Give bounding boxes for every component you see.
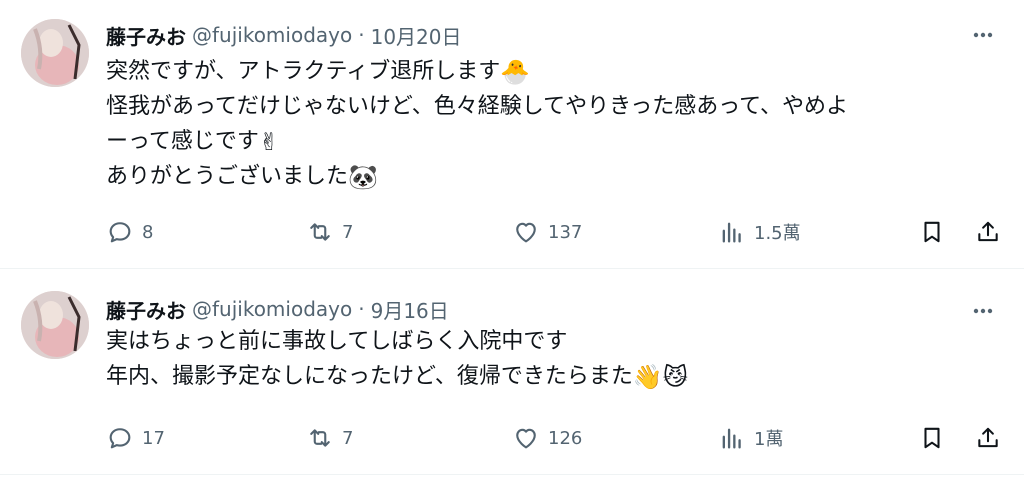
bookmark-button[interactable] xyxy=(918,424,946,452)
retweet-count: 7 xyxy=(342,221,354,243)
tweet-header: 藤子みお @fujikomiodayo · 10月20日 xyxy=(106,20,462,50)
retweet-count: 7 xyxy=(342,427,354,449)
chick-emoji: 🐣 xyxy=(500,58,531,86)
text-line: 怪我があってだけじゃないけど、色々経験してやりきった感あって、やめよ xyxy=(106,94,849,119)
reply-count: 8 xyxy=(142,221,154,243)
reply-button[interactable]: 8 xyxy=(106,218,306,246)
author-handle[interactable]: @fujikomiodayo xyxy=(192,297,352,321)
like-button[interactable]: 126 xyxy=(512,424,718,452)
tweet-text: 実はちょっと前に事故してしばらく入院中です 年内、撮影予定なしになったけど、復帰… xyxy=(106,324,991,394)
tweet-divider xyxy=(0,268,1024,269)
like-count: 137 xyxy=(548,221,583,243)
retweet-icon xyxy=(310,429,330,447)
share-button[interactable] xyxy=(974,218,1002,246)
secondary-actions xyxy=(918,424,1002,452)
panda-emoji: 🐼 xyxy=(348,163,378,191)
text-line: ーって感じです✌ xyxy=(106,128,280,156)
heart-icon xyxy=(516,222,536,243)
reply-button[interactable]: 17 xyxy=(106,424,306,452)
views-chart-icon xyxy=(722,428,741,449)
tweet-text: 突然ですが、アトラクティブ退所します🐣 怪我があってだけじゃないけど、色々経験し… xyxy=(106,54,991,194)
reply-icon xyxy=(109,222,131,243)
victory-hand-emoji: ✌ xyxy=(258,128,280,156)
retweet-button[interactable]: 7 xyxy=(306,424,512,452)
tweet-divider xyxy=(0,474,1024,475)
more-button[interactable] xyxy=(968,20,998,50)
reply-icon xyxy=(109,428,131,449)
text-line: ありがとうございました🐼 xyxy=(106,163,378,191)
author-name[interactable]: 藤子みお xyxy=(106,21,186,50)
view-count: 1.5萬 xyxy=(754,223,801,244)
view-count: 1萬 xyxy=(754,429,784,450)
tweet[interactable]: 藤子みお @fujikomiodayo · 10月20日 突然ですが、アトラクテ… xyxy=(0,0,1024,268)
bookmark-icon xyxy=(924,221,940,243)
like-count: 126 xyxy=(548,427,583,449)
share-icon xyxy=(978,221,998,242)
separator: · xyxy=(358,297,365,321)
text-line: 突然ですが、アトラクティブ退所します🐣 xyxy=(106,58,531,86)
more-horizontal-icon xyxy=(973,32,993,38)
like-button[interactable]: 137 xyxy=(512,218,718,246)
views-button[interactable]: 1.5萬 xyxy=(718,218,918,246)
text-line: 実はちょっと前に事故してしばらく入院中です xyxy=(106,329,568,354)
reply-count: 17 xyxy=(142,427,165,449)
tweet-date[interactable]: 9月16日 xyxy=(371,295,449,324)
tweet-header: 藤子みお @fujikomiodayo · 9月16日 xyxy=(106,294,449,324)
more-button[interactable] xyxy=(968,296,998,326)
tweet-actions: 8 7 137 1.5萬 xyxy=(106,216,1002,248)
tweet-date[interactable]: 10月20日 xyxy=(371,21,462,50)
avatar[interactable] xyxy=(21,19,89,87)
tweet[interactable]: 藤子みお @fujikomiodayo · 9月16日 実はちょっと前に事故して… xyxy=(0,270,1024,474)
bookmark-icon xyxy=(924,427,940,449)
views-chart-icon xyxy=(722,222,741,243)
bookmark-button[interactable] xyxy=(918,218,946,246)
more-horizontal-icon xyxy=(973,308,993,314)
text-line: 年内、撮影予定なしになったけど、復帰できたらまた👋😼 xyxy=(106,363,688,391)
separator: · xyxy=(358,23,365,47)
retweet-icon xyxy=(310,223,330,241)
avatar[interactable] xyxy=(21,291,89,359)
share-icon xyxy=(978,427,998,448)
waving-hand-cat-emoji: 👋😼 xyxy=(632,363,688,391)
heart-icon xyxy=(516,428,536,449)
tweet-actions: 17 7 126 1萬 xyxy=(106,422,1002,454)
retweet-button[interactable]: 7 xyxy=(306,218,512,246)
author-handle[interactable]: @fujikomiodayo xyxy=(192,23,352,47)
views-button[interactable]: 1萬 xyxy=(718,424,918,452)
author-name[interactable]: 藤子みお xyxy=(106,295,186,324)
share-button[interactable] xyxy=(974,424,1002,452)
secondary-actions xyxy=(918,218,1002,246)
